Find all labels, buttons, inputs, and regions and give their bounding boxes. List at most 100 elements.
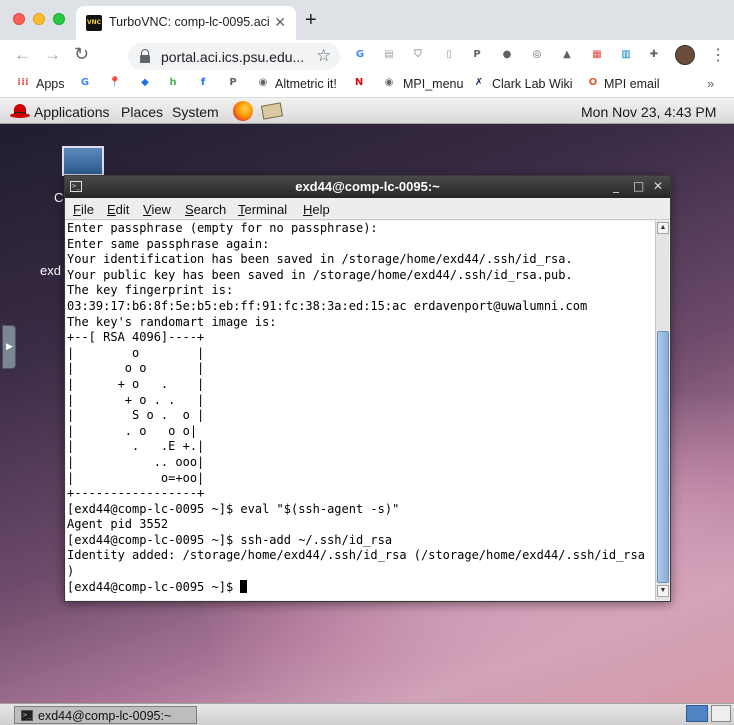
menu-terminal[interactable]: Terminal bbox=[238, 202, 287, 217]
p-bookmark-icon[interactable]: P bbox=[226, 76, 240, 90]
terminal-menubar: File Edit View Search Terminal Help bbox=[65, 198, 670, 220]
circle-icon[interactable]: ● bbox=[499, 47, 515, 63]
vnc-side-handle[interactable]: ▶ bbox=[2, 325, 16, 369]
tab-title: TurboVNC: comp-lc-0095.aci bbox=[109, 15, 269, 29]
terminal-line: | S o . o | bbox=[67, 408, 205, 423]
terminal-line: +--[ RSA 4096]----+ bbox=[67, 330, 205, 345]
workspace-1-button[interactable] bbox=[686, 705, 708, 722]
menu-search[interactable]: Search bbox=[185, 202, 226, 217]
wiki-icon[interactable]: ✗ bbox=[472, 76, 486, 90]
redhat-logo-icon[interactable] bbox=[10, 102, 30, 120]
reader-icon[interactable]: ▤ bbox=[381, 47, 397, 63]
bookmark-star-icon[interactable]: ☆ bbox=[316, 46, 331, 66]
terminal-line: The key fingerprint is: bbox=[67, 283, 234, 298]
puzzle-icon[interactable]: ✚ bbox=[646, 47, 662, 63]
bookmark-label[interactable]: MPI_menu bbox=[403, 77, 463, 91]
lock-icon bbox=[140, 49, 150, 63]
menu-file[interactable]: File bbox=[73, 202, 94, 217]
url-text: portal.aci.ics.psu.edu... bbox=[161, 49, 305, 65]
browser-menu-icon[interactable]: ⋮ bbox=[710, 45, 726, 65]
browser-tab-turbovnc[interactable]: VNC TurboVNC: comp-lc-0095.aci ✕ bbox=[76, 6, 296, 40]
reload-icon[interactable]: ↻ bbox=[74, 44, 89, 65]
browser-tab-bar: VNC TurboVNC: comp-lc-0095.aci ✕ + bbox=[0, 0, 734, 40]
new-tab-button[interactable]: + bbox=[305, 9, 317, 32]
facebook-icon[interactable]: f bbox=[196, 76, 210, 90]
terminal-titlebar[interactable]: >_ exd44@comp-lc-0095:~ _ □ ✕ bbox=[65, 176, 670, 198]
p-icon[interactable]: P bbox=[469, 47, 485, 63]
bookmark-label[interactable]: Altmetric it! bbox=[275, 77, 337, 91]
panel-clock[interactable]: Mon Nov 23, 4:43 PM bbox=[581, 104, 716, 120]
desktop-icon-label: C bbox=[54, 190, 64, 205]
gnome-bottom-panel: >_ exd44@comp-lc-0095:~ bbox=[0, 703, 734, 725]
window-minimize-button[interactable] bbox=[33, 13, 45, 25]
minimize-icon[interactable]: _ bbox=[613, 179, 619, 193]
terminal-prompt-line: [exd44@comp-lc-0095 ~]$ bbox=[67, 579, 645, 596]
translate-icon[interactable]: G bbox=[352, 47, 368, 63]
drive-icon[interactable]: ▲ bbox=[559, 47, 575, 63]
bookmarks-overflow-icon[interactable]: » bbox=[707, 76, 714, 91]
firefox-launcher-icon[interactable] bbox=[233, 101, 253, 121]
forward-arrow-icon[interactable]: → bbox=[44, 45, 61, 65]
terminal-line: Enter passphrase (empty for no passphras… bbox=[67, 221, 378, 235]
h-icon[interactable]: h bbox=[166, 76, 180, 90]
terminal-line: | + o . | bbox=[67, 376, 205, 391]
taskbar-terminal-button[interactable]: >_ exd44@comp-lc-0095:~ bbox=[14, 706, 197, 724]
chrome-icon[interactable]: ◎ bbox=[529, 47, 545, 63]
terminal-line: ) bbox=[67, 564, 75, 579]
terminal-window: >_ exd44@comp-lc-0095:~ _ □ ✕ File Edit … bbox=[64, 175, 671, 602]
terminal-line: | + o . . | bbox=[67, 392, 205, 407]
panel-menu-places[interactable]: Places bbox=[121, 104, 163, 120]
terminal-line: | o=+oo| bbox=[67, 470, 205, 485]
netflix-icon[interactable]: N bbox=[352, 76, 366, 90]
terminal-text: Enter passphrase (empty for no passphras… bbox=[67, 221, 645, 595]
terminal-line: Agent pid 3552 bbox=[67, 517, 169, 532]
maps-icon[interactable]: 📍 bbox=[108, 76, 122, 90]
terminal-line: Enter same passphrase again: bbox=[67, 236, 270, 251]
diamond-icon[interactable]: ◆ bbox=[138, 76, 152, 90]
terminal-scrollbar[interactable]: ▲ ▼ bbox=[655, 221, 669, 600]
scroll-thumb[interactable] bbox=[657, 331, 669, 583]
home-folder-label: exd bbox=[40, 263, 61, 278]
panel-menu-system[interactable]: System bbox=[172, 104, 219, 120]
workspace-2-button[interactable] bbox=[711, 705, 731, 722]
terminal-line: | o | bbox=[67, 345, 205, 360]
grid-icon[interactable]: ▦ bbox=[589, 47, 605, 63]
trello-icon[interactable]: ▥ bbox=[618, 47, 634, 63]
back-arrow-icon[interactable]: ← bbox=[14, 45, 31, 65]
scroll-down-icon[interactable]: ▼ bbox=[657, 585, 669, 597]
terminal-line: | . o o o| bbox=[67, 423, 198, 438]
terminal-line: Your public key has been saved in /stora… bbox=[67, 267, 573, 282]
terminal-line: 03:39:17:b6:8f:5e:b5:eb:ff:91:fc:38:3a:e… bbox=[67, 298, 588, 313]
globe-icon[interactable]: ◉ bbox=[256, 76, 270, 90]
google-icon[interactable]: G bbox=[78, 76, 92, 90]
computer-desktop-icon[interactable] bbox=[62, 146, 104, 176]
terminal-line: [exd44@comp-lc-0095 ~]$ ssh-add ~/.ssh/i… bbox=[67, 532, 393, 547]
bookmark-label[interactable]: Apps bbox=[36, 77, 65, 91]
window-close-button[interactable] bbox=[13, 13, 25, 25]
address-bar[interactable]: portal.aci.ics.psu.edu... bbox=[128, 43, 340, 70]
menu-help[interactable]: Help bbox=[303, 202, 330, 217]
terminal-line: | o o | bbox=[67, 361, 205, 376]
globe-icon[interactable]: ◉ bbox=[382, 76, 396, 90]
mail-icon[interactable]: O bbox=[586, 76, 600, 90]
terminal-cursor bbox=[240, 579, 248, 593]
bookmark-label[interactable]: Clark Lab Wiki bbox=[492, 77, 573, 91]
profile-avatar[interactable] bbox=[675, 45, 695, 65]
menu-view[interactable]: View bbox=[143, 202, 171, 217]
scroll-up-icon[interactable]: ▲ bbox=[657, 222, 669, 234]
document-icon[interactable]: ▯ bbox=[441, 47, 457, 63]
close-icon[interactable]: ✕ bbox=[653, 179, 663, 193]
panel-menu-applications[interactable]: Applications bbox=[34, 104, 110, 120]
apps-grid-icon[interactable]: ⁞⁞⁞ bbox=[16, 76, 30, 90]
maximize-icon[interactable]: □ bbox=[633, 179, 644, 193]
shield-icon[interactable]: ⛉ bbox=[410, 47, 426, 63]
menu-edit[interactable]: Edit bbox=[107, 202, 129, 217]
terminal-line: Your identification has been saved in /s… bbox=[67, 252, 573, 267]
terminal-output[interactable]: Enter passphrase (empty for no passphras… bbox=[66, 221, 655, 600]
window-zoom-button[interactable] bbox=[53, 13, 65, 25]
terminal-title: exd44@comp-lc-0095:~ bbox=[295, 179, 440, 194]
taskbar-label: exd44@comp-lc-0095:~ bbox=[38, 709, 172, 723]
bookmark-label[interactable]: MPI email bbox=[604, 77, 660, 91]
terminal-line: [exd44@comp-lc-0095 ~]$ eval "$(ssh-agen… bbox=[67, 501, 400, 516]
tab-close-icon[interactable]: ✕ bbox=[274, 14, 286, 31]
